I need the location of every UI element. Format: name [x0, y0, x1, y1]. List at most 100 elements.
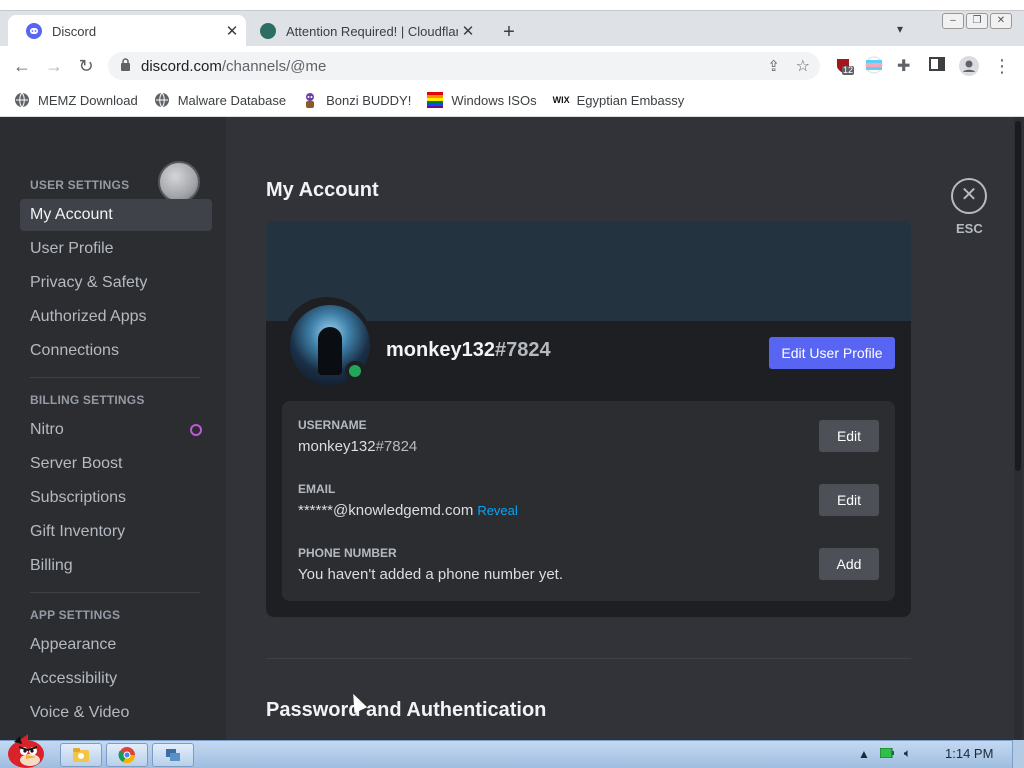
profile-avatar-icon[interactable] [959, 56, 979, 76]
billing-settings-header: BILLING SETTINGS [30, 393, 145, 407]
show-hidden-icons-icon[interactable]: ▲ [858, 747, 870, 761]
discord-app: USER SETTINGS My Account User Profile Pr… [0, 117, 1024, 740]
browser-toolbar: ← → ↻ discord.com/channels/@me ⇪ ☆ 12 ✚ … [0, 46, 1024, 86]
sidebar-item-gift-inventory[interactable]: Gift Inventory [20, 516, 212, 548]
taskbar-clock[interactable]: 1:14 PM [945, 746, 993, 761]
sidebar-item-authorized-apps[interactable]: Authorized Apps [20, 301, 212, 333]
close-settings-button[interactable]: ✕ [951, 178, 987, 214]
page-title: My Account [266, 179, 379, 201]
online-status-icon [345, 361, 365, 381]
rainbow-flag-icon [427, 92, 444, 108]
password-section-title: Password and Authentication [266, 699, 547, 721]
nitro-icon [190, 424, 202, 436]
sidebar-separator [30, 377, 200, 378]
taskbar-chrome-button[interactable] [106, 743, 148, 767]
bonzi-icon [302, 92, 318, 108]
username-value: monkey132#7824 [298, 438, 418, 455]
sidebar-item-my-account[interactable]: My Account [20, 199, 212, 231]
cloudflare-icon [260, 23, 276, 39]
start-button-bird-icon[interactable] [4, 734, 48, 768]
wix-icon: WIX [552, 95, 570, 105]
tab-search-icon[interactable]: ▾ [897, 22, 903, 36]
battery-icon[interactable] [879, 747, 894, 761]
sidebar-item-billing[interactable]: Billing [20, 550, 212, 582]
section-divider [266, 658, 911, 659]
tab-strip: Discord ✕ Attention Required! | Cloudfla… [0, 10, 1024, 47]
magnifier-cursor-icon [158, 161, 200, 203]
sidebar-item-accessibility[interactable]: Accessibility [20, 663, 212, 695]
taskbar-network-button[interactable] [152, 743, 194, 767]
sidebar-item-nitro[interactable]: Nitro [20, 414, 212, 446]
globe-icon [14, 92, 30, 108]
new-tab-button[interactable]: + [498, 21, 520, 44]
lock-icon [120, 58, 131, 74]
account-card: monkey132#7824 Edit User Profile USERNAM… [266, 221, 911, 617]
back-icon[interactable]: ← [10, 54, 34, 78]
esc-label: ESC [956, 221, 983, 236]
settings-content: My Account ✕ ESC monkey132#7824 Edit Use… [226, 117, 1024, 740]
reveal-email-link[interactable]: Reveal [477, 503, 517, 518]
tab-discord[interactable]: Discord ✕ [8, 15, 246, 47]
menu-kebab-icon[interactable]: ⋮ [990, 54, 1014, 78]
phone-label: PHONE NUMBER [298, 546, 397, 560]
sidebar-item-connections[interactable]: Connections [20, 335, 212, 367]
bookmark-label: Malware Database [177, 92, 287, 108]
email-label: EMAIL [298, 482, 336, 496]
email-value: ******@knowledgemd.com Reveal [298, 502, 518, 519]
bookmarks-bar: MEMZ Download Malware Database Bonzi BUD… [0, 86, 1024, 114]
user-settings-header: USER SETTINGS [30, 178, 130, 192]
bookmark-label: Windows ISOs [451, 92, 537, 108]
sidebar-item-voice-video[interactable]: Voice & Video [20, 697, 212, 729]
edit-username-button[interactable]: Edit [819, 420, 879, 452]
show-desktop-button[interactable] [1012, 740, 1024, 768]
forward-icon[interactable]: → [42, 54, 66, 78]
minimize-button[interactable]: – [942, 13, 964, 29]
phone-value: You haven't added a phone number yet. [298, 566, 564, 583]
tab-cloudflare[interactable]: Attention Required! | Cloudflar ✕ [242, 15, 482, 47]
browser-chrome: Discord ✕ Attention Required! | Cloudfla… [0, 0, 1024, 117]
scrollbar-thumb[interactable] [1015, 121, 1021, 471]
address-bar[interactable]: discord.com/channels/@me ⇪ ☆ [108, 52, 820, 80]
bookmark-label: MEMZ Download [38, 92, 138, 108]
flag-extension-icon[interactable] [865, 56, 885, 76]
edit-email-button[interactable]: Edit [819, 484, 879, 516]
sidebar-item-user-profile[interactable]: User Profile [20, 233, 212, 265]
close-tab-icon[interactable]: ✕ [458, 22, 478, 40]
edit-user-profile-button[interactable]: Edit User Profile [769, 337, 895, 369]
share-icon[interactable]: ⇪ [767, 57, 780, 75]
app-settings-header: APP SETTINGS [30, 608, 121, 622]
extension-badge: 12 [843, 65, 854, 75]
sidebar-item-subscriptions[interactable]: Subscriptions [20, 482, 212, 514]
side-panel-icon[interactable] [929, 56, 949, 76]
bookmark-windows-isos[interactable]: Windows ISOs [427, 92, 537, 108]
avatar-figure [318, 327, 342, 375]
profile-username: monkey132#7824 [386, 339, 551, 361]
add-phone-button[interactable]: Add [819, 548, 879, 580]
sidebar-item-server-boost[interactable]: Server Boost [20, 448, 212, 480]
bookmark-egyptian-embassy[interactable]: WIX Egyptian Embassy [553, 92, 685, 108]
tab-title: Discord [52, 23, 97, 39]
bookmark-memz[interactable]: MEMZ Download [14, 92, 138, 108]
profile-banner [266, 221, 911, 321]
restore-button[interactable]: ❐ [966, 13, 988, 29]
system-tray: ▲ 🔈︎ [858, 746, 911, 761]
sidebar-item-appearance[interactable]: Appearance [20, 629, 212, 661]
close-window-button[interactable]: ✕ [990, 13, 1012, 29]
bookmark-bonzi[interactable]: Bonzi BUDDY! [302, 92, 411, 108]
shield-extension-icon[interactable]: 12 [834, 56, 854, 76]
bookmark-star-icon[interactable]: ☆ [796, 56, 810, 76]
taskbar-explorer-button[interactable] [60, 743, 102, 767]
url-text: discord.com/channels/@me [141, 57, 327, 75]
reload-icon[interactable]: ↻ [74, 54, 98, 78]
bookmark-malware-db[interactable]: Malware Database [154, 92, 286, 108]
sidebar-separator [30, 592, 200, 593]
sidebar-item-privacy-safety[interactable]: Privacy & Safety [20, 267, 212, 299]
account-fields: USERNAME monkey132#7824 Edit EMAIL *****… [282, 401, 895, 601]
discord-icon [26, 23, 42, 39]
globe-icon [154, 92, 170, 108]
extensions-puzzle-icon[interactable]: ✚ [897, 56, 917, 76]
volume-icon[interactable]: 🔈︎ [904, 746, 911, 761]
close-tab-icon[interactable]: ✕ [222, 22, 242, 40]
settings-sidebar: USER SETTINGS My Account User Profile Pr… [0, 117, 226, 740]
tab-title: Attention Required! | Cloudflar [286, 23, 458, 39]
